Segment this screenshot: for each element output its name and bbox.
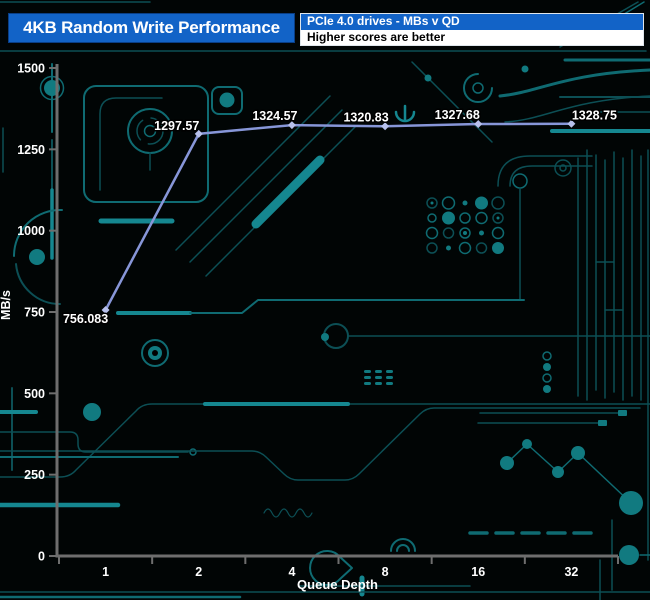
series-line xyxy=(106,124,572,310)
y-tick-label: 500 xyxy=(24,387,45,401)
x-tick-label: 8 xyxy=(382,565,389,579)
y-tick-label: 750 xyxy=(24,306,45,320)
y-tick-label: 250 xyxy=(24,468,45,482)
data-point-label: 1327.68 xyxy=(435,108,480,122)
performance-line-chart: 0 250 500 750 1000 1250 1500 1 2 4 8 16 32 Queue Dept… xyxy=(0,0,650,600)
data-point-label: 1320.83 xyxy=(343,110,388,124)
y-tick-label: 1500 xyxy=(17,62,45,76)
y-tick-label: 1250 xyxy=(17,143,45,157)
x-tick-label: 16 xyxy=(471,565,485,579)
data-point-label: 1324.57 xyxy=(252,109,297,123)
x-tick-label: 2 xyxy=(195,565,202,579)
x-tick-label: 1 xyxy=(102,565,109,579)
x-tick-label: 32 xyxy=(564,565,578,579)
x-axis-title: Queue Depth xyxy=(297,577,378,592)
data-point-label: 756.083 xyxy=(63,312,108,326)
y-axis-title: MB/s xyxy=(0,290,13,320)
y-tick-label: 1000 xyxy=(17,224,45,238)
data-point-label: 1297.57 xyxy=(154,119,199,133)
y-tick-label: 0 xyxy=(38,550,45,564)
data-point-label: 1328.75 xyxy=(572,109,617,123)
screenshot-root: 4KB Random Write Performance PCIe 4.0 dr… xyxy=(0,0,650,600)
x-tick-label: 4 xyxy=(288,565,295,579)
